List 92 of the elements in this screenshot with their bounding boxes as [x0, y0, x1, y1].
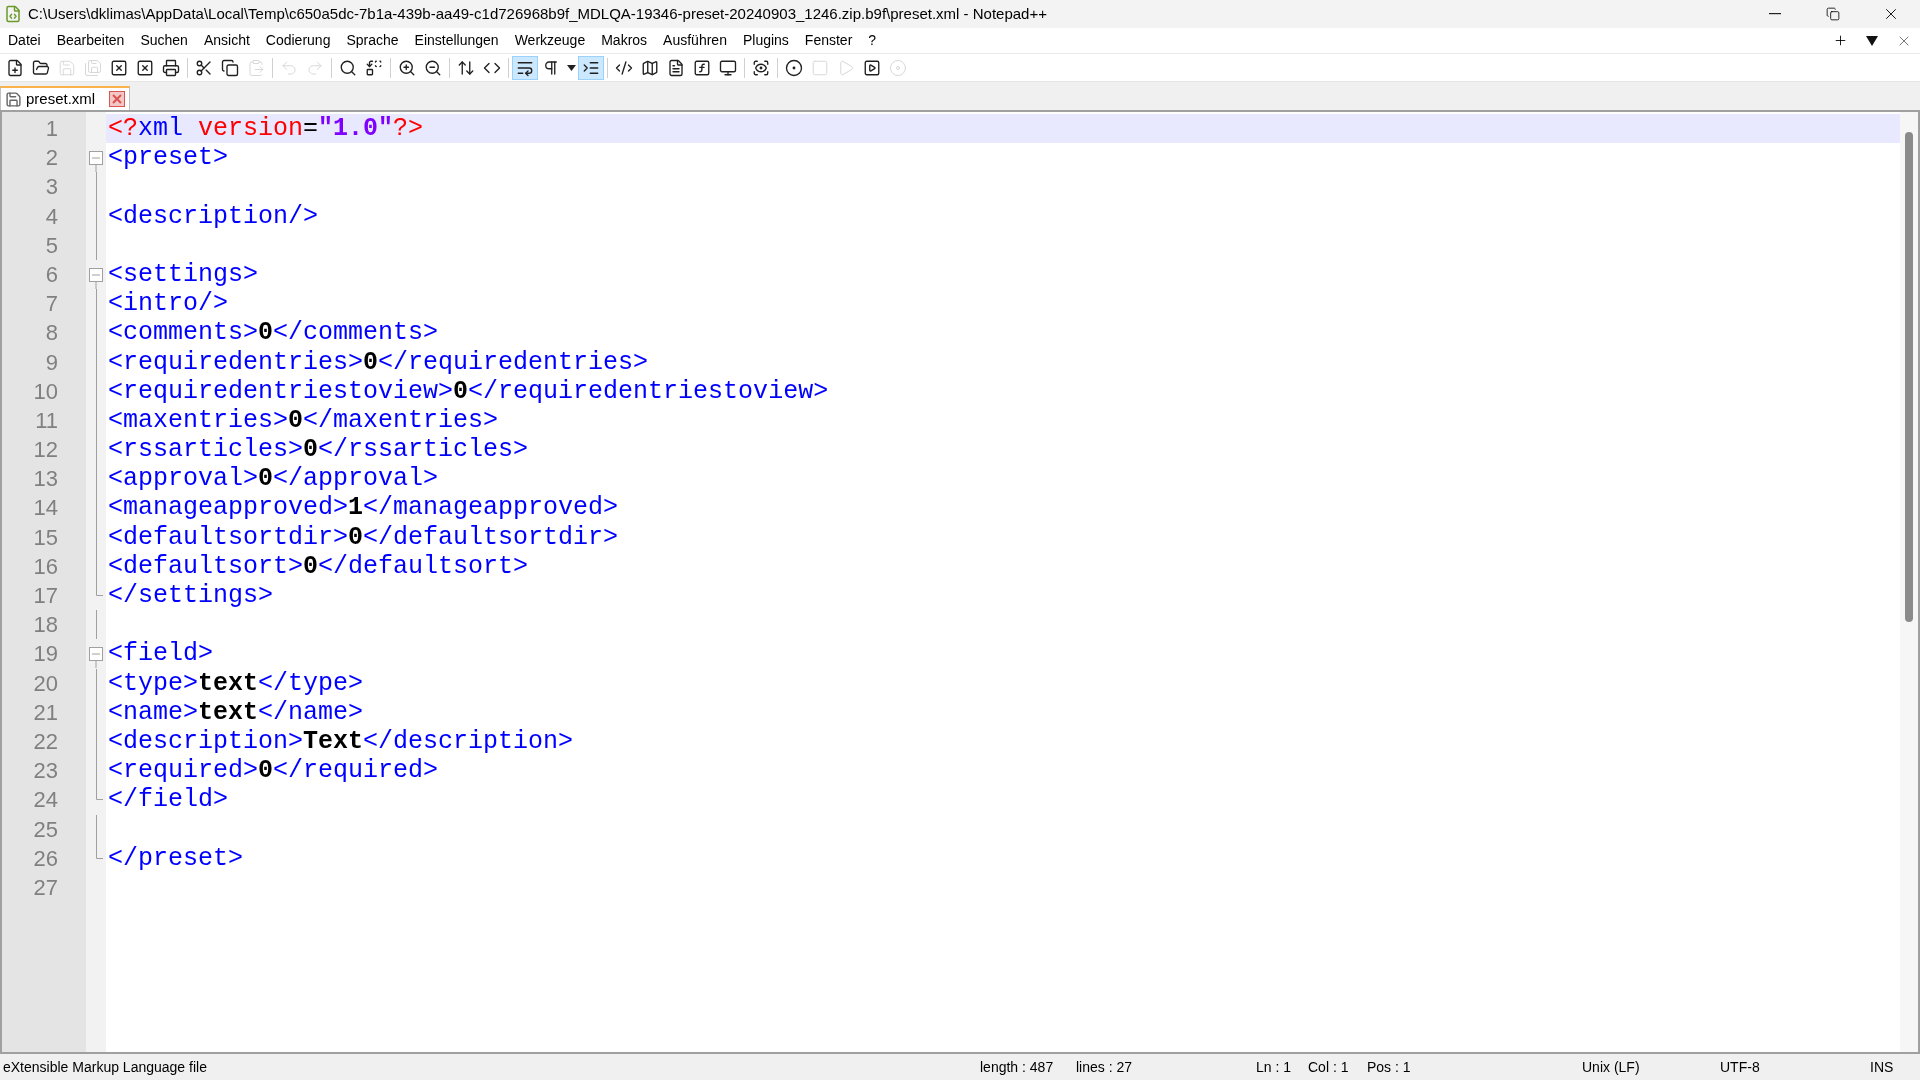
- caret-icon: [566, 64, 576, 71]
- code-line: <comments>0</comments>: [107, 318, 440, 348]
- tab-label: preset.xml: [26, 88, 96, 109]
- code-line: <maxentries>0</maxentries>: [107, 405, 500, 436]
- encoding: UTF-8: [1720, 1057, 1761, 1077]
- line-number: 16: [32, 552, 59, 581]
- line-number: 19: [32, 640, 59, 669]
- code-line: <intro/>: [107, 289, 230, 319]
- menu-item[interactable]: Suchen: [132, 28, 196, 53]
- line-position: Ln : 1: [1256, 1057, 1293, 1077]
- menu-item[interactable]: Makros: [593, 28, 656, 53]
- menu-item[interactable]: Codierung: [257, 28, 339, 53]
- code-line: <defaultsort>0</defaultsort>: [107, 551, 530, 581]
- menu-item[interactable]: Werkzeuge: [506, 28, 594, 53]
- code-line: <requiredentriestoview>0</requiredentriestoview>: [107, 376, 830, 406]
- restore-icon: [1826, 7, 1840, 21]
- code-line: </preset>: [107, 843, 245, 873]
- document-tab[interactable]: preset.xml: [0, 86, 131, 110]
- line-number: 26: [32, 844, 59, 873]
- scrollbar-thumb[interactable]: [1905, 132, 1913, 622]
- line-number: 11: [34, 406, 59, 435]
- menu-item[interactable]: Plugins: [734, 28, 797, 53]
- fold-marker-icon: [89, 647, 103, 669]
- code-line: <required>0</required>: [107, 756, 440, 786]
- column-position: Col : 1: [1308, 1057, 1350, 1077]
- code-line: <approval>0</approval>: [107, 464, 440, 494]
- code-line: <field>: [107, 639, 215, 669]
- code-line: <requiredentries>0</requiredentries>: [107, 347, 650, 377]
- char-position: Pos : 1: [1367, 1057, 1412, 1077]
- editor[interactable]: [0, 110, 1920, 1054]
- menu-item[interactable]: Ansicht: [195, 28, 258, 53]
- code-line: <name>text</name>: [107, 697, 365, 727]
- fold-line: [95, 610, 97, 640]
- menu-item[interactable]: ?: [860, 28, 885, 53]
- code-line: <rssarticles>0</rssarticles>: [107, 435, 530, 465]
- line-number: 20: [32, 669, 59, 698]
- fold-line: [95, 814, 97, 844]
- line-number: 7: [44, 290, 59, 319]
- line-number: 25: [32, 815, 59, 844]
- code-line: <defaultsortdir>0</defaultsortdir>: [107, 522, 620, 552]
- line-number: 14: [32, 494, 59, 523]
- line-number: 9: [44, 348, 59, 377]
- line-number: 8: [44, 319, 59, 348]
- triangle-down-icon: [1866, 35, 1878, 46]
- line-number: 24: [32, 786, 59, 815]
- vertical-scrollbar[interactable]: [1900, 112, 1918, 1052]
- line-number: 12: [32, 436, 59, 465]
- fold-end-icon: [95, 785, 103, 801]
- save-icon: [5, 90, 22, 108]
- code-line: </settings>: [107, 581, 275, 611]
- code-line: <manageapproved>1</manageapproved>: [107, 493, 620, 523]
- plus-icon: [1832, 33, 1848, 48]
- length-info: length : 487: [980, 1057, 1055, 1077]
- fold-end-icon: [95, 581, 103, 596]
- code-line: </field>: [107, 785, 230, 815]
- line-number: 5: [44, 231, 59, 260]
- menu-item[interactable]: Einstellungen: [406, 28, 507, 53]
- code-line: <preset>: [107, 143, 230, 173]
- line-number: 4: [44, 202, 59, 231]
- close-tab-icon: [109, 91, 126, 107]
- line-number: 15: [32, 523, 59, 552]
- menu-item[interactable]: Ausführen: [655, 28, 735, 53]
- menu-item[interactable]: Fenster: [796, 28, 861, 53]
- line-number: 18: [32, 611, 59, 640]
- line-number: 2: [44, 144, 59, 173]
- menu-item[interactable]: Datei: [0, 28, 49, 53]
- line-number: 21: [32, 698, 59, 727]
- line-number: 6: [44, 260, 59, 289]
- line-ending: Unix (LF): [1582, 1057, 1641, 1077]
- code-line: <settings>: [107, 259, 260, 290]
- lines-info: lines : 27: [1076, 1057, 1134, 1077]
- fold-marker-icon: [89, 151, 103, 173]
- fold-end-icon: [95, 843, 103, 859]
- line-number: 22: [32, 727, 59, 756]
- code-line: <description>Text</description>: [107, 726, 575, 757]
- line-number: 17: [32, 582, 59, 610]
- menu-item[interactable]: Bearbeiten: [48, 28, 133, 53]
- line-number: 3: [44, 173, 59, 202]
- code-line: <description/>: [107, 201, 320, 231]
- window-title: C:\Users\dklimas\AppData\Local\Temp\c650a5dc-7b1a-439b-aa49-c1d726968b9f_MDLQA-19346-preset-20240903_1246.zip.b9f\preset.xml - Notepad++: [28, 3, 1047, 24]
- insert-mode: INS: [1870, 1057, 1894, 1077]
- app-icon: [4, 5, 22, 23]
- line-number: 13: [32, 465, 59, 494]
- line-number: 1: [44, 115, 59, 143]
- menu-item[interactable]: Sprache: [338, 28, 407, 53]
- fold-marker-icon: [89, 267, 103, 289]
- file-type: eXtensible Markup Language file: [2, 1057, 208, 1077]
- line-number: 10: [32, 377, 59, 406]
- minimize-icon: [1769, 13, 1781, 15]
- line-number: 23: [32, 757, 59, 786]
- line-number: 27: [32, 873, 59, 902]
- code-line: <type>text</type>: [107, 668, 365, 698]
